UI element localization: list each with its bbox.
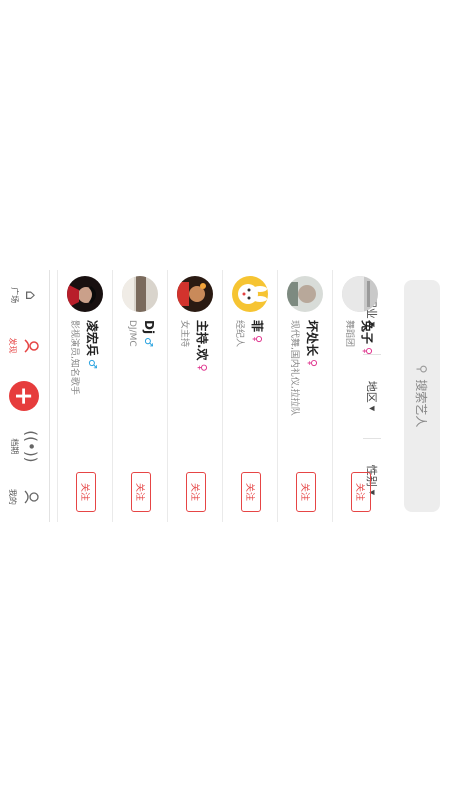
artist-row-3[interactable]: 菲 ♀ 经纪人 关注 <box>222 270 277 522</box>
follow-button[interactable]: 关注 <box>76 472 96 512</box>
artist-row-2[interactable]: 坏处长 ♀ 现代舞,国内礼仪,拉拉队 关注 <box>277 270 332 522</box>
tab-add[interactable]: + <box>0 371 49 421</box>
add-icon[interactable]: + <box>9 381 39 412</box>
artist-row-1[interactable]: 兔子 ♀ 舞蹈团 关注 <box>332 270 387 522</box>
artist-description: 现代舞,国内礼仪,拉拉队 <box>289 320 299 416</box>
follow-button[interactable]: 关注 <box>186 472 206 512</box>
avatar <box>287 276 323 312</box>
artist-name: 主持.欢 <box>195 320 209 361</box>
follow-button[interactable]: 关注 <box>131 472 151 512</box>
artist-description: 女主持 <box>179 320 189 348</box>
artist-list: 兔子 ♀ 舞蹈团 关注 坏处长 ♀ 现代舞,国内礼仪,拉拉队 关注 菲 ♀ 经纪… <box>57 270 387 522</box>
female-icon: ♀ <box>251 335 264 344</box>
artist-name: 凌宏兵 <box>85 320 99 357</box>
artist-description: 舞蹈团 <box>344 320 354 348</box>
broadcast-icon: ((•)) <box>22 430 40 463</box>
tab-discover-label: 发现 <box>8 337 18 354</box>
tab-mine[interactable]: 我的 <box>0 472 49 522</box>
artist-row-6[interactable]: 凌宏兵 ♂ 影视演员,知名歌手 关注 <box>57 270 112 522</box>
tab-schedule-label: 档期 <box>10 438 19 455</box>
avatar <box>232 276 268 312</box>
artist-row-5[interactable]: Dj ♂ DJ/MC 关注 <box>112 270 167 522</box>
follow-button[interactable]: 关注 <box>241 472 261 512</box>
follow-button[interactable]: 关注 <box>296 472 316 512</box>
avatar <box>342 276 378 312</box>
artist-name: 坏处长 <box>305 320 319 357</box>
follow-button[interactable]: 关注 <box>351 472 371 512</box>
artist-name: Dj <box>142 320 156 335</box>
female-icon: ♀ <box>306 359 319 368</box>
profile-icon <box>22 489 41 505</box>
tab-schedule[interactable]: ((•)) 档期 <box>0 421 49 471</box>
avatar <box>177 276 213 312</box>
tab-mine-label: 我的 <box>8 488 18 505</box>
tab-square-label: 广场 <box>10 287 19 304</box>
artist-row-4[interactable]: 主持.欢 ♀ 女主持 关注 <box>167 270 222 522</box>
search-placeholder: 搜索艺人 <box>414 379 429 428</box>
bottom-tab-bar: ⌂ 广场 发现 + ((•)) 档期 我的 <box>0 270 50 522</box>
artist-name: 兔子 <box>360 320 374 345</box>
search-bar[interactable]: ⚲ 搜索艺人 <box>404 280 440 512</box>
male-icon: ♂ <box>142 337 156 347</box>
female-icon: ♀ <box>196 363 209 372</box>
tab-square[interactable]: ⌂ 广场 <box>0 270 49 320</box>
avatar <box>122 276 158 312</box>
male-icon: ♂ <box>86 359 99 369</box>
app-screen: ⚲ 搜索艺人 职业 ▼ 地区 ▼ 性别 ▼ 兔子 ♀ 舞蹈团 关注 <box>0 270 445 522</box>
home-icon: ⌂ <box>22 290 40 300</box>
artist-name: 菲 <box>250 320 264 333</box>
tab-discover[interactable]: 发现 <box>0 320 49 370</box>
artist-description: DJ/MC <box>127 320 137 347</box>
artist-description: 经纪人 <box>234 320 244 348</box>
search-icon: ⚲ <box>415 364 429 374</box>
female-icon: ♀ <box>361 347 374 356</box>
artist-description: 影视演员,知名歌手 <box>69 320 79 395</box>
avatar <box>67 276 103 312</box>
discover-icon <box>22 338 41 354</box>
